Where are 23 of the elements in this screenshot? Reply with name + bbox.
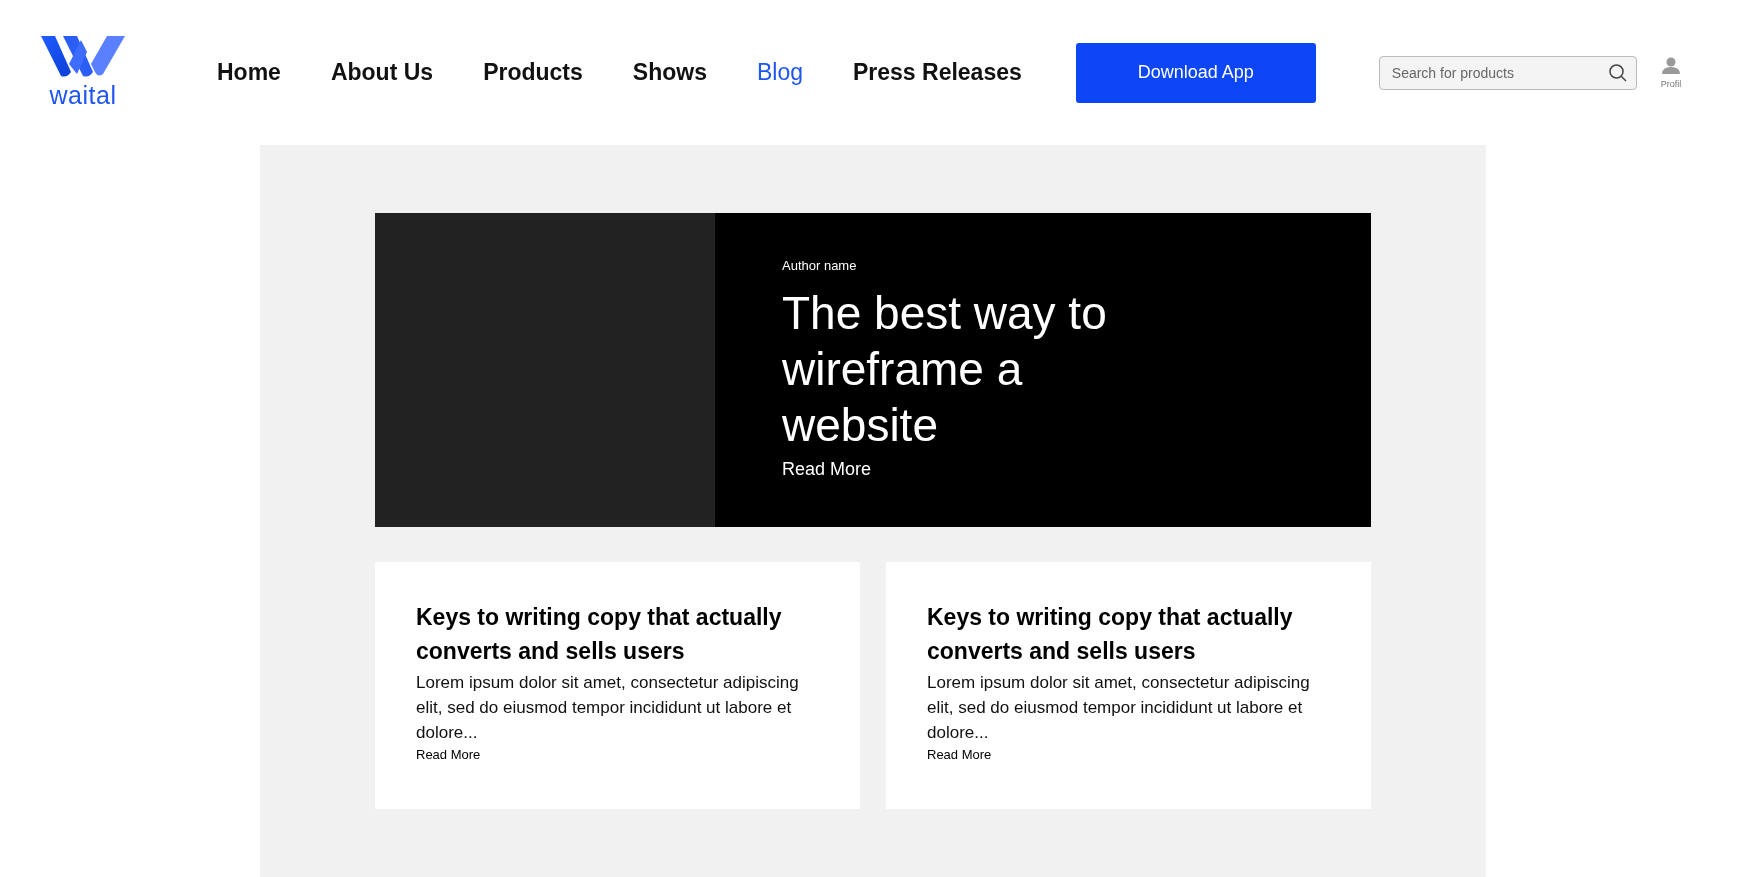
nav-link[interactable]: Shows [632, 59, 707, 86]
download-button[interactable]: Download App [1075, 42, 1316, 103]
card-excerpt: Lorem ipsum dolor sit amet, consectetur adipiscing elit, sed do eiusmod tempor incididunt ut labore et dolore... [927, 672, 1311, 744]
search-field[interactable]: Search for products [1378, 55, 1637, 90]
nav-link[interactable]: Home [217, 59, 281, 86]
author-name: Author name [782, 258, 858, 273]
card-title: Keys to writing copy that actually converts and sells users [416, 603, 783, 666]
read-more-link[interactable]: Read More [782, 459, 1162, 480]
search-icon [1607, 62, 1628, 83]
logo[interactable]: waital [41, 35, 125, 108]
profile-icon[interactable] [1662, 56, 1681, 74]
profile-label: Profil [1660, 78, 1682, 89]
logo-text: waital [49, 81, 117, 108]
hero-title: The best way to wireframe a website [782, 286, 1108, 453]
read-more-link[interactable]: Read More [927, 747, 992, 762]
nav-link[interactable]: About Us [330, 59, 434, 86]
card-title: Keys to writing copy that actually converts and sells users [927, 603, 1294, 666]
nav-link[interactable]: Products [483, 59, 583, 86]
card-excerpt: Lorem ipsum dolor sit amet, consectetur adipiscing elit, sed do eiusmod tempor incididunt ut labore et dolore... [416, 672, 800, 744]
logo-icon [41, 35, 125, 78]
nav-link[interactable]: Press Releases [853, 59, 1022, 86]
read-more-link[interactable]: Read More [416, 747, 481, 762]
nav-link[interactable]: Blog [756, 59, 803, 86]
